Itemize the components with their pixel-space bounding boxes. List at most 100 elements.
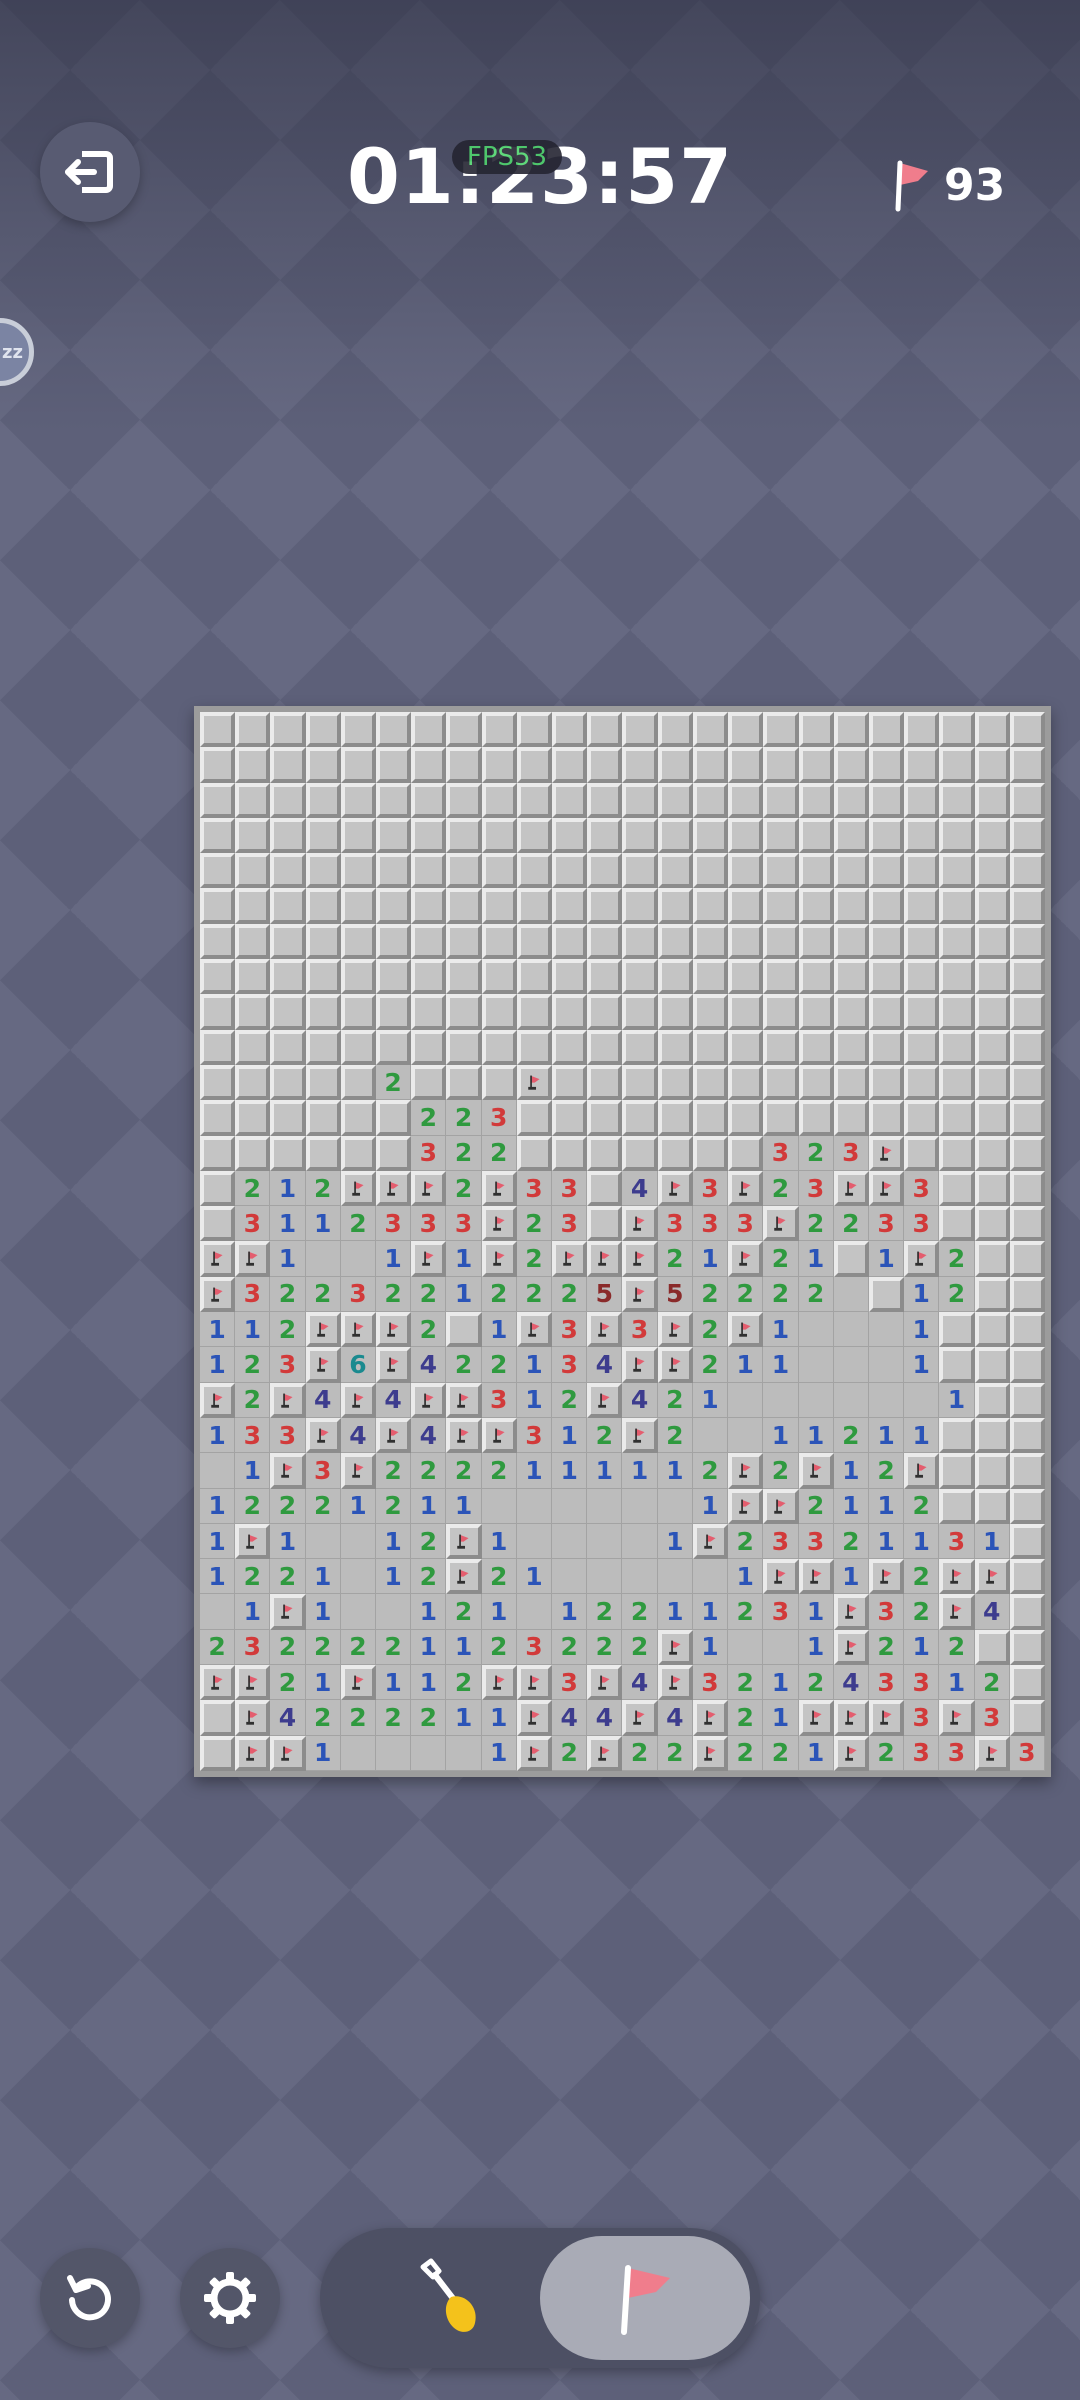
hidden-cell[interactable] (552, 853, 588, 889)
hidden-cell[interactable] (657, 782, 693, 818)
hidden-cell[interactable] (376, 817, 412, 854)
hidden-cell[interactable] (939, 853, 975, 889)
flagged-cell[interactable] (868, 1170, 905, 1207)
hidden-cell[interactable] (376, 1029, 412, 1065)
hidden-cell[interactable] (657, 923, 693, 960)
flagged-cell[interactable] (270, 1453, 306, 1489)
hidden-cell[interactable] (516, 817, 553, 854)
flagged-cell[interactable] (868, 1135, 905, 1171)
hidden-cell[interactable] (587, 1206, 623, 1242)
empty-cell[interactable] (305, 1523, 341, 1560)
empty-cell[interactable] (763, 1382, 799, 1418)
hidden-cell[interactable] (868, 1276, 905, 1313)
hidden-cell[interactable] (587, 1170, 623, 1207)
empty-cell[interactable] (622, 1559, 658, 1595)
hidden-cell[interactable] (411, 712, 447, 748)
number-cell[interactable]: 5 (587, 1276, 623, 1313)
number-cell[interactable]: 2 (798, 1206, 834, 1242)
number-cell[interactable]: 3 (340, 1276, 377, 1313)
hidden-cell[interactable] (305, 888, 341, 924)
empty-cell[interactable] (376, 1735, 412, 1771)
number-cell[interactable]: 2 (692, 1312, 729, 1348)
empty-cell[interactable] (904, 1382, 940, 1418)
hidden-cell[interactable] (446, 923, 482, 960)
number-cell[interactable]: 2 (235, 1347, 271, 1383)
hidden-cell[interactable] (833, 959, 869, 995)
flagged-cell[interactable] (376, 1417, 412, 1454)
hidden-cell[interactable] (340, 782, 377, 818)
flagged-cell[interactable] (657, 1665, 693, 1701)
number-cell[interactable]: 2 (411, 1700, 447, 1736)
number-cell[interactable]: 1 (270, 1241, 306, 1277)
empty-cell[interactable] (622, 1523, 658, 1560)
hidden-cell[interactable] (411, 1064, 447, 1101)
number-cell[interactable]: 4 (833, 1665, 869, 1701)
hidden-cell[interactable] (904, 1100, 940, 1136)
hidden-cell[interactable] (692, 782, 729, 818)
hidden-cell[interactable] (587, 782, 623, 818)
number-cell[interactable]: 4 (270, 1700, 306, 1736)
flagged-cell[interactable] (763, 1488, 799, 1524)
number-cell[interactable]: 1 (868, 1488, 905, 1524)
number-cell[interactable]: 2 (552, 1382, 588, 1418)
number-cell[interactable]: 2 (868, 1453, 905, 1489)
hidden-cell[interactable] (657, 747, 693, 783)
hidden-cell[interactable] (763, 747, 799, 783)
flagged-cell[interactable] (622, 1206, 658, 1242)
hidden-cell[interactable] (235, 853, 271, 889)
hidden-cell[interactable] (974, 1100, 1010, 1136)
number-cell[interactable]: 4 (622, 1382, 658, 1418)
hidden-cell[interactable] (340, 747, 377, 783)
number-cell[interactable]: 2 (798, 1276, 834, 1313)
number-cell[interactable]: 2 (516, 1206, 553, 1242)
number-cell[interactable]: 1 (481, 1312, 517, 1348)
number-cell[interactable]: 3 (376, 1206, 412, 1242)
empty-cell[interactable] (692, 1417, 729, 1454)
number-cell[interactable]: 2 (446, 1170, 482, 1207)
number-cell[interactable]: 1 (200, 1417, 236, 1454)
flagged-cell[interactable] (728, 1488, 764, 1524)
hidden-cell[interactable] (798, 747, 834, 783)
number-cell[interactable]: 2 (516, 1241, 553, 1277)
hidden-cell[interactable] (939, 1488, 975, 1524)
empty-cell[interactable] (200, 1453, 236, 1489)
hidden-cell[interactable] (552, 1135, 588, 1171)
number-cell[interactable]: 2 (552, 1276, 588, 1313)
number-cell[interactable]: 2 (833, 1206, 869, 1242)
hidden-cell[interactable] (939, 888, 975, 924)
hidden-cell[interactable] (235, 959, 271, 995)
dig-mode-button[interactable] (360, 2248, 540, 2348)
empty-cell[interactable] (552, 1488, 588, 1524)
number-cell[interactable]: 2 (411, 1276, 447, 1313)
empty-cell[interactable] (833, 1347, 869, 1383)
number-cell[interactable]: 2 (305, 1170, 341, 1207)
hidden-cell[interactable] (763, 888, 799, 924)
number-cell[interactable]: 1 (481, 1594, 517, 1630)
flagged-cell[interactable] (587, 1735, 623, 1771)
number-cell[interactable]: 2 (411, 1453, 447, 1489)
number-cell[interactable]: 1 (270, 1170, 306, 1207)
number-cell[interactable]: 2 (235, 1170, 271, 1207)
hidden-cell[interactable] (200, 782, 236, 818)
empty-cell[interactable] (516, 1594, 553, 1630)
empty-cell[interactable] (516, 1488, 553, 1524)
hidden-cell[interactable] (939, 1453, 975, 1489)
hidden-cell[interactable] (728, 712, 764, 748)
hidden-cell[interactable] (798, 994, 834, 1030)
hidden-cell[interactable] (552, 923, 588, 960)
number-cell[interactable]: 1 (692, 1241, 729, 1277)
flagged-cell[interactable] (552, 1241, 588, 1277)
number-cell[interactable]: 1 (200, 1347, 236, 1383)
number-cell[interactable]: 2 (587, 1594, 623, 1630)
number-cell[interactable]: 3 (516, 1417, 553, 1454)
number-cell[interactable]: 1 (798, 1594, 834, 1630)
hidden-cell[interactable] (376, 1135, 412, 1171)
hidden-cell[interactable] (516, 747, 553, 783)
hidden-cell[interactable] (200, 1735, 236, 1771)
empty-cell[interactable] (798, 1312, 834, 1348)
number-cell[interactable]: 2 (376, 1629, 412, 1666)
empty-cell[interactable] (340, 1559, 377, 1595)
hidden-cell[interactable] (340, 1135, 377, 1171)
hidden-cell[interactable] (939, 782, 975, 818)
flagged-cell[interactable] (728, 1170, 764, 1207)
